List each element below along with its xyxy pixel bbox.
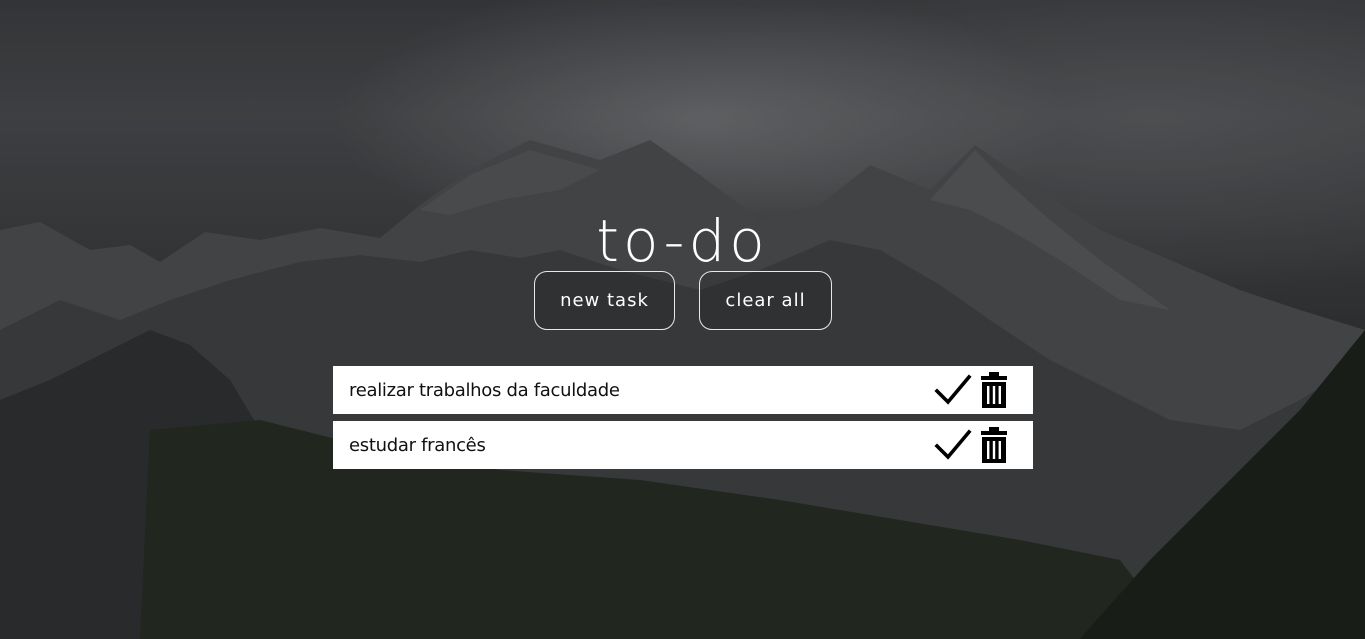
check-icon[interactable] [933,370,973,410]
clear-all-button[interactable]: clear all [699,271,832,330]
trash-icon[interactable] [979,425,1009,465]
task-label: estudar francês [349,434,486,456]
task-actions [933,425,1009,465]
task-list: realizar trabalhos da faculdade estudar [333,366,1033,476]
task-actions [933,370,1009,410]
check-icon[interactable] [933,425,973,465]
new-task-button[interactable]: new task [534,271,675,330]
task-label: realizar trabalhos da faculdade [349,379,620,401]
page-title: to-do [596,206,769,275]
list-item: realizar trabalhos da faculdade [333,366,1033,414]
list-item: estudar francês [333,421,1033,469]
toolbar: new task clear all [534,271,832,330]
trash-icon[interactable] [979,370,1009,410]
